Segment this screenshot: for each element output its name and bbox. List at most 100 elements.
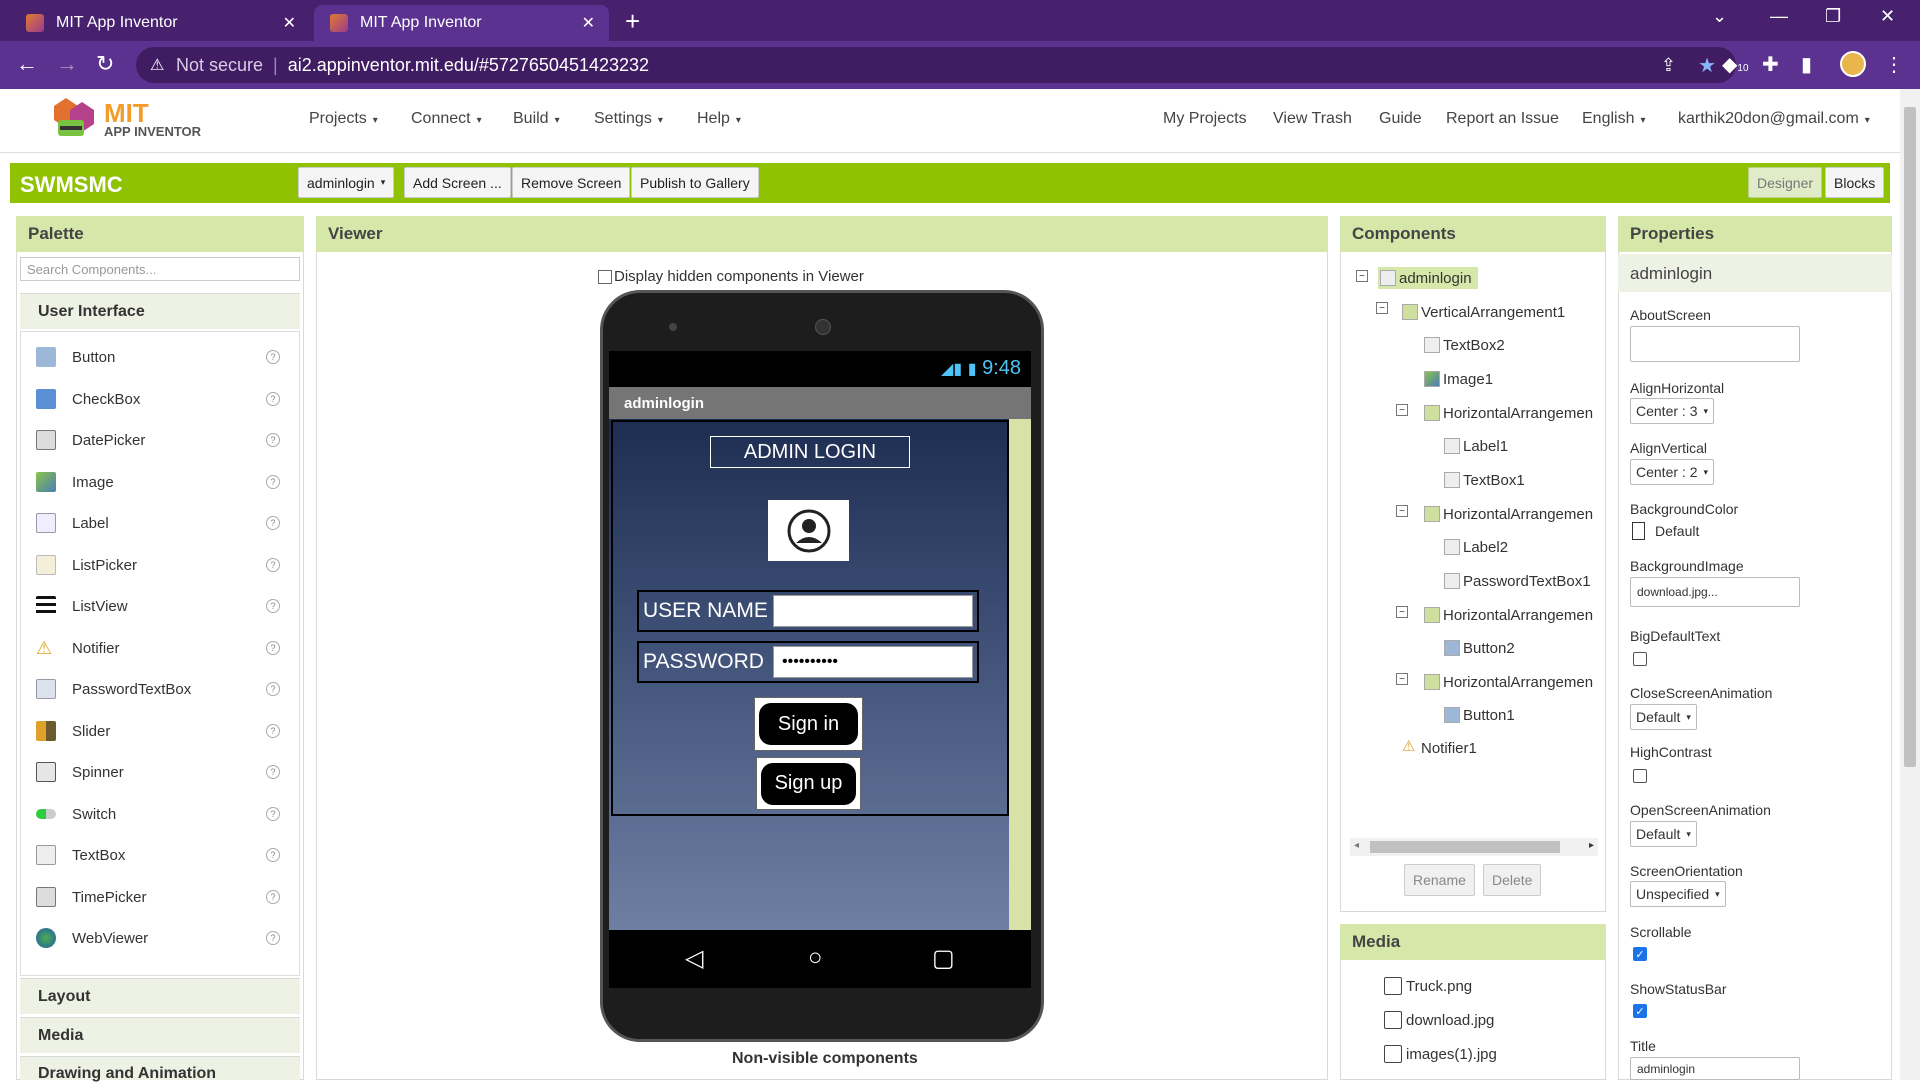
palette-item-button[interactable]: Button?	[36, 343, 280, 371]
tree-item-button2[interactable]: Button2	[1444, 637, 1515, 659]
menu-settings[interactable]: Settings ▾	[594, 110, 663, 128]
blocks-button[interactable]: Blocks	[1825, 167, 1885, 198]
tree-item-horizontal-arrangement[interactable]: HorizontalArrangemen	[1424, 503, 1593, 525]
side-panel-icon[interactable]: ▮	[1801, 52, 1812, 77]
link-my-projects[interactable]: My Projects	[1163, 110, 1247, 128]
prop-about-screen-input[interactable]	[1630, 326, 1800, 362]
tree-item-image1[interactable]: Image1	[1424, 368, 1493, 390]
menu-projects[interactable]: Projects ▾	[309, 110, 378, 128]
collapse-icon[interactable]: −	[1396, 505, 1408, 517]
hidden-components-checkbox[interactable]	[598, 269, 612, 284]
prop-title-input[interactable]: adminlogin	[1630, 1057, 1800, 1080]
palette-item-datepicker[interactable]: DatePicker?	[36, 426, 280, 454]
prop-orientation-select[interactable]: Unspecified ▾	[1630, 881, 1726, 907]
designer-button[interactable]: Designer	[1748, 167, 1823, 198]
help-icon[interactable]: ?	[266, 931, 280, 945]
prop-big-text-checkbox[interactable]	[1633, 652, 1647, 666]
forward-icon[interactable]: →	[56, 51, 78, 77]
close-tab-icon[interactable]: ✕	[283, 13, 296, 33]
help-icon[interactable]: ?	[266, 392, 280, 406]
palette-item-notifier[interactable]: ⚠ Notifier?	[36, 634, 280, 662]
remove-screen-button[interactable]: Remove Screen	[512, 167, 631, 198]
tree-item-textbox2[interactable]: TextBox2	[1424, 334, 1505, 356]
palette-item-checkbox[interactable]: CheckBox?	[36, 385, 280, 413]
tree-item-horizontal-arrangement[interactable]: HorizontalArrangemen	[1424, 402, 1593, 424]
restore-icon[interactable]: ❐	[1825, 6, 1841, 27]
tree-item-horizontal-arrangement[interactable]: HorizontalArrangemen	[1424, 671, 1593, 693]
media-file[interactable]: images(1).jpg	[1384, 1045, 1497, 1063]
account-menu[interactable]: karthik20don@gmail.com ▾	[1678, 110, 1870, 128]
scroll-right-icon[interactable]: ▸	[1589, 840, 1594, 851]
puzzle-extensions-icon[interactable]: ✚	[1762, 52, 1779, 77]
bookmark-star-icon[interactable]: ★	[1698, 53, 1716, 78]
palette-item-timepicker[interactable]: TimePicker?	[36, 883, 280, 911]
prop-scrollable-checkbox[interactable]: ✓	[1633, 947, 1647, 961]
palette-item-listview[interactable]: ListView?	[36, 592, 280, 620]
link-report-issue[interactable]: Report an Issue	[1446, 110, 1559, 128]
password-input[interactable]: ••••••••••	[773, 646, 973, 678]
browser-tab-active[interactable]: MIT App Inventor ✕	[314, 5, 609, 41]
help-icon[interactable]: ?	[266, 724, 280, 738]
tree-item-notifier1[interactable]: ⚠ Notifier1	[1402, 737, 1477, 759]
help-icon[interactable]: ?	[266, 641, 280, 655]
tree-item-label1[interactable]: Label1	[1444, 435, 1508, 457]
address-bar[interactable]: ⚠ Not secure | ai2.appinventor.mit.edu/#…	[136, 47, 1736, 83]
palette-item-switch[interactable]: Switch?	[36, 800, 280, 828]
help-icon[interactable]: ?	[266, 807, 280, 821]
link-view-trash[interactable]: View Trash	[1273, 110, 1352, 128]
browser-menu-icon[interactable]: ⋮	[1884, 52, 1904, 77]
close-tab-icon[interactable]: ✕	[582, 13, 595, 33]
menu-build[interactable]: Build ▾	[513, 110, 560, 128]
palette-item-listpicker[interactable]: ListPicker?	[36, 551, 280, 579]
back-icon[interactable]: ←	[16, 51, 38, 77]
prop-open-anim-select[interactable]: Default ▾	[1630, 821, 1697, 847]
delete-button[interactable]: Delete	[1483, 864, 1542, 896]
minimize-icon[interactable]: —	[1770, 6, 1788, 27]
collapse-icon[interactable]: −	[1376, 302, 1388, 314]
app-inventor-logo-icon[interactable]	[44, 96, 104, 144]
prop-high-contrast-checkbox[interactable]	[1633, 769, 1647, 783]
palette-item-label[interactable]: Label?	[36, 509, 280, 537]
username-input[interactable]	[773, 595, 973, 627]
palette-item-passwordtextbox[interactable]: PasswordTextBox?	[36, 675, 280, 703]
prop-status-bar-checkbox[interactable]: ✓	[1633, 1004, 1647, 1018]
hidden-components-toggle[interactable]: Display hidden components in Viewer	[598, 268, 864, 285]
rename-button[interactable]: Rename	[1404, 864, 1475, 896]
palette-item-webviewer[interactable]: WebViewer?	[36, 924, 280, 952]
tree-item-button1[interactable]: Button1	[1444, 704, 1515, 726]
palette-section-media[interactable]: Media	[20, 1017, 300, 1053]
collapse-icon[interactable]: −	[1396, 673, 1408, 685]
palette-item-spinner[interactable]: Spinner?	[36, 758, 280, 786]
palette-section-layout[interactable]: Layout	[20, 978, 300, 1014]
share-icon[interactable]: ⇪	[1661, 55, 1676, 76]
profile-avatar[interactable]	[1840, 51, 1866, 77]
warning-icon[interactable]: ⚠	[150, 55, 164, 75]
link-guide[interactable]: Guide	[1379, 110, 1422, 128]
help-icon[interactable]: ?	[266, 848, 280, 862]
menu-connect[interactable]: Connect ▾	[411, 110, 482, 128]
tree-item-textbox1[interactable]: TextBox1	[1444, 469, 1525, 491]
tree-item-vertical-arrangement[interactable]: VerticalArrangement1	[1402, 301, 1565, 323]
help-icon[interactable]: ?	[266, 516, 280, 530]
collapse-icon[interactable]: −	[1356, 270, 1368, 282]
add-screen-button[interactable]: Add Screen ...	[404, 167, 511, 198]
close-window-icon[interactable]: ✕	[1880, 6, 1895, 27]
prop-close-anim-select[interactable]: Default ▾	[1630, 704, 1697, 730]
prop-align-horizontal-select[interactable]: Center : 3 ▾	[1630, 398, 1715, 424]
signin-button[interactable]: Sign in	[759, 703, 858, 745]
new-tab-icon[interactable]: +	[625, 6, 640, 37]
palette-section-user-interface[interactable]: User Interface	[20, 293, 300, 329]
palette-item-textbox[interactable]: TextBox?	[36, 841, 280, 869]
prop-align-vertical-select[interactable]: Center : 2 ▾	[1630, 459, 1715, 485]
prop-bg-image-picker[interactable]: download.jpg...	[1630, 577, 1800, 607]
help-icon[interactable]: ?	[266, 350, 280, 364]
help-icon[interactable]: ?	[266, 890, 280, 904]
scrollbar-thumb[interactable]	[1370, 841, 1560, 853]
reload-icon[interactable]: ↻	[96, 51, 114, 77]
palette-item-image[interactable]: Image?	[36, 468, 280, 496]
tree-item-label2[interactable]: Label2	[1444, 536, 1508, 558]
help-icon[interactable]: ?	[266, 433, 280, 447]
browser-tab[interactable]: MIT App Inventor ✕	[10, 5, 310, 41]
tree-item-screen[interactable]: adminlogin	[1378, 267, 1478, 289]
screen-select-dropdown[interactable]: adminlogin ▾	[298, 167, 395, 198]
